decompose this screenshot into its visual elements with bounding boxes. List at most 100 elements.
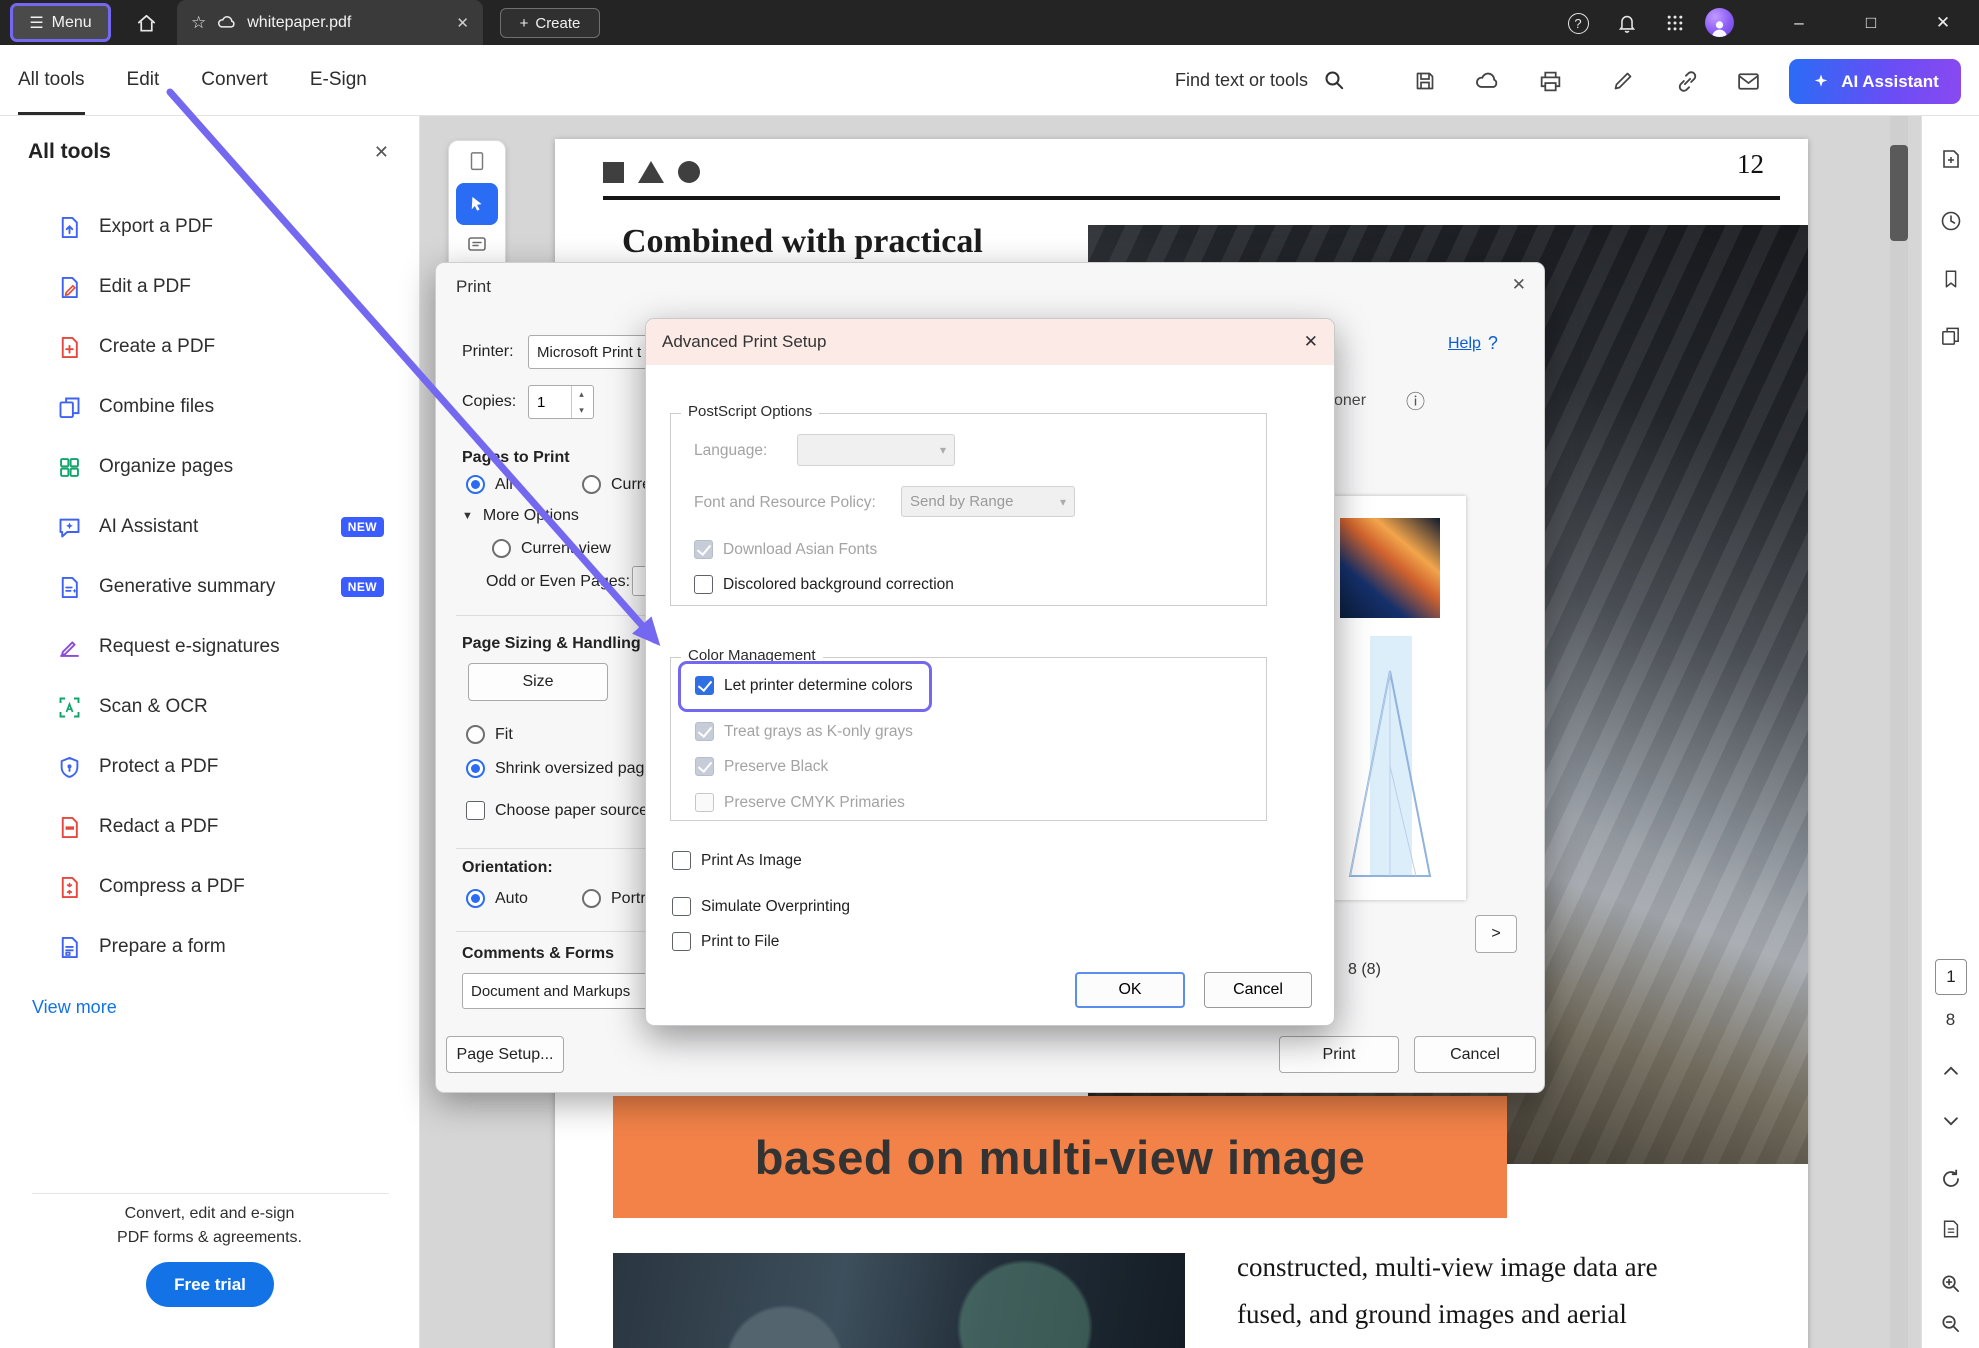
page-setup-button[interactable]: Page Setup... bbox=[446, 1036, 564, 1073]
menu-button-label: Menu bbox=[51, 13, 92, 31]
previous-page-button[interactable] bbox=[1936, 1056, 1966, 1086]
next-page-button[interactable] bbox=[1936, 1106, 1966, 1136]
ok-button[interactable]: OK bbox=[1075, 972, 1185, 1008]
refresh-button[interactable] bbox=[1936, 1164, 1966, 1194]
bookmarks-tool[interactable] bbox=[1936, 264, 1966, 294]
save-button[interactable] bbox=[1410, 67, 1440, 95]
font-policy-select: Send by Range ▾ bbox=[901, 486, 1075, 517]
apps-grid-button[interactable] bbox=[1660, 9, 1690, 37]
scrollbar-thumb[interactable] bbox=[1890, 145, 1908, 241]
plus-icon: + bbox=[519, 14, 529, 32]
cloud-sync-button[interactable] bbox=[1472, 67, 1502, 95]
document-scrollbar[interactable] bbox=[1890, 116, 1908, 1348]
print-cancel-button[interactable]: Cancel bbox=[1414, 1036, 1536, 1073]
current-page-input[interactable]: 1 bbox=[1935, 959, 1967, 995]
more-options-toggle[interactable]: ▼ More Options bbox=[462, 507, 579, 525]
chevron-up-icon bbox=[1943, 1066, 1958, 1075]
checkbox-choose-paper-source[interactable]: Choose paper source bbox=[466, 801, 648, 820]
sidebar-item-export-pdf[interactable]: Export a PDF bbox=[0, 197, 419, 257]
stepper-down-icon[interactable]: ▾ bbox=[572, 402, 591, 418]
free-trial-button[interactable]: Free trial bbox=[146, 1262, 274, 1307]
sidebar-item-redact-pdf[interactable]: Redact a PDF bbox=[0, 797, 419, 857]
info-icon[interactable]: ⓘ bbox=[1406, 387, 1425, 414]
stepper-arrows[interactable]: ▴ ▾ bbox=[571, 386, 591, 418]
ai-assistant-button[interactable]: AI Assistant bbox=[1789, 59, 1961, 104]
zoom-out-icon bbox=[1942, 1314, 1960, 1332]
copies-input[interactable] bbox=[529, 386, 571, 418]
radio-shrink-oversized[interactable]: Shrink oversized page bbox=[466, 759, 653, 778]
advanced-dialog-close-icon[interactable]: ✕ bbox=[1304, 332, 1318, 352]
radio-icon bbox=[466, 759, 485, 778]
comment-tool-icon[interactable] bbox=[465, 233, 489, 257]
zoom-in-button[interactable] bbox=[1936, 1268, 1966, 1298]
print-button-toolbar[interactable] bbox=[1535, 67, 1565, 95]
checkbox-icon bbox=[695, 757, 714, 776]
close-window-button[interactable]: ✕ bbox=[1907, 0, 1979, 45]
size-button[interactable]: Size bbox=[468, 663, 608, 701]
sidebar-item-protect-pdf[interactable]: Protect a PDF bbox=[0, 737, 419, 797]
copy-pages-tool[interactable] bbox=[1936, 321, 1966, 351]
menu-edit[interactable]: Edit bbox=[127, 45, 160, 115]
sidebar-item-create-pdf[interactable]: Create a PDF bbox=[0, 317, 419, 377]
sidebar-item-edit-pdf[interactable]: Edit a PDF bbox=[0, 257, 419, 317]
export-notes-tool[interactable] bbox=[1936, 144, 1966, 174]
sidebar-item-ai-assistant[interactable]: AI Assistant NEW bbox=[0, 497, 419, 557]
next-preview-button[interactable]: > bbox=[1475, 915, 1517, 953]
view-more-link[interactable]: View more bbox=[32, 997, 117, 1018]
radio-fit[interactable]: Fit bbox=[466, 725, 513, 744]
sidebar-item-combine-files[interactable]: Combine files bbox=[0, 377, 419, 437]
help-button[interactable]: ? bbox=[1563, 9, 1593, 37]
history-tool[interactable] bbox=[1936, 206, 1966, 236]
sidebar-item-generative-summary[interactable]: Generative summary NEW bbox=[0, 557, 419, 617]
page-view-button[interactable] bbox=[1936, 1214, 1966, 1244]
copies-stepper[interactable]: ▴ ▾ bbox=[528, 385, 594, 419]
radio-all-pages[interactable]: All bbox=[466, 475, 513, 494]
checkbox-print-to-file[interactable]: Print to File bbox=[672, 932, 779, 951]
menu-convert[interactable]: Convert bbox=[201, 45, 268, 115]
fill-sign-button[interactable] bbox=[1608, 67, 1638, 95]
sidebar-item-prepare-form[interactable]: Prepare a form bbox=[0, 917, 419, 977]
print-dialog-close-icon[interactable]: ✕ bbox=[1512, 275, 1526, 295]
help-link[interactable]: Help ? bbox=[1448, 333, 1498, 354]
sidebar-close-icon[interactable]: ✕ bbox=[374, 142, 389, 163]
cancel-button[interactable]: Cancel bbox=[1204, 972, 1312, 1008]
page-number: 12 bbox=[1737, 149, 1764, 179]
menu-all-tools[interactable]: All tools bbox=[18, 45, 85, 115]
stepper-up-icon[interactable]: ▴ bbox=[572, 386, 591, 402]
menu-button[interactable]: ☰ Menu bbox=[10, 3, 111, 42]
sidebar-item-label: Export a PDF bbox=[99, 216, 214, 237]
radio-auto-orientation[interactable]: Auto bbox=[466, 889, 528, 908]
sidebar-item-scan-ocr[interactable]: Scan & OCR bbox=[0, 677, 419, 737]
select-tool-button[interactable] bbox=[456, 183, 498, 225]
checkbox-simulate-overprinting[interactable]: Simulate Overprinting bbox=[672, 897, 850, 916]
search-icon bbox=[1325, 71, 1344, 90]
header-rule bbox=[603, 196, 1780, 200]
print-confirm-button[interactable]: Print bbox=[1279, 1036, 1399, 1073]
zoom-out-button[interactable] bbox=[1936, 1308, 1966, 1338]
notifications-button[interactable] bbox=[1612, 9, 1642, 37]
maximize-button[interactable]: □ bbox=[1835, 0, 1907, 45]
create-button[interactable]: + Create bbox=[500, 8, 600, 38]
find-text-tools[interactable]: Find text or tools bbox=[1175, 45, 1346, 115]
checkbox-discolored-correction[interactable]: Discolored background correction bbox=[694, 575, 954, 594]
document-tab[interactable]: ☆ whitepaper.pdf ✕ bbox=[177, 0, 483, 45]
sidebar-item-organize-pages[interactable]: Organize pages bbox=[0, 437, 419, 497]
radio-current-view[interactable]: Current view bbox=[492, 539, 611, 558]
checkbox-print-as-image[interactable]: Print As Image bbox=[672, 851, 802, 870]
home-button[interactable] bbox=[128, 8, 164, 38]
menu-esign[interactable]: E-Sign bbox=[310, 45, 367, 115]
minimize-button[interactable]: – bbox=[1763, 0, 1835, 45]
orange-banner: based on multi-view image bbox=[613, 1096, 1507, 1218]
sidebar-item-compress-pdf[interactable]: Compress a PDF bbox=[0, 857, 419, 917]
preview-art-square bbox=[1340, 518, 1440, 618]
body-line: images are fused. The blind area is bbox=[1237, 1338, 1658, 1348]
star-icon[interactable]: ☆ bbox=[191, 13, 206, 33]
email-button[interactable] bbox=[1733, 67, 1763, 95]
share-link-button[interactable] bbox=[1672, 67, 1702, 95]
sidebar-item-request-esignatures[interactable]: Request e-signatures bbox=[0, 617, 419, 677]
page-handle-icon[interactable] bbox=[466, 149, 488, 175]
tab-close-icon[interactable]: ✕ bbox=[456, 14, 469, 32]
avatar[interactable] bbox=[1705, 8, 1734, 37]
create-pdf-icon bbox=[61, 336, 78, 358]
radio-icon bbox=[582, 475, 601, 494]
